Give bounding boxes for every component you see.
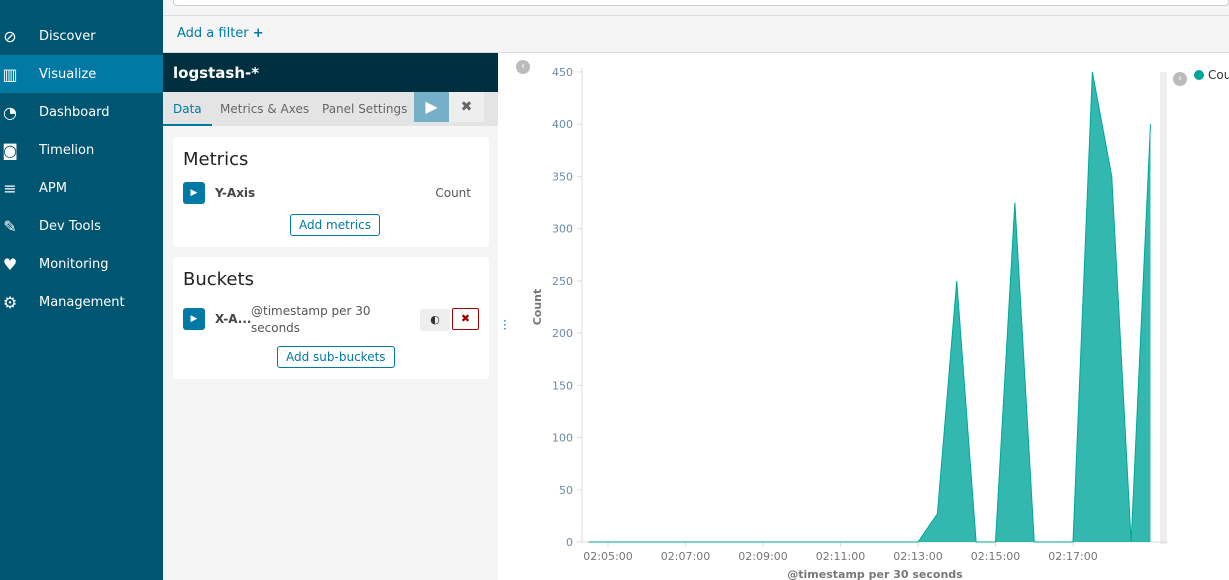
sidebar-item-timelion[interactable]: ◙ Timelion [0, 131, 163, 169]
area-line [588, 71, 1151, 543]
area-series [588, 72, 1151, 542]
sidebar-item-visualize[interactable]: ▥ Visualize [0, 55, 163, 93]
x-tick-label: 02:05:00 [583, 550, 632, 563]
collapse-editor-icon[interactable]: ‹ [516, 60, 530, 74]
x-axis-value: @timestamp per 30 seconds [251, 304, 371, 335]
sidebar-item-label: Timelion [39, 142, 95, 158]
sidebar-item-label: Visualize [39, 66, 97, 82]
editor-tabs: Data Metrics & Axes Panel Settings ▶ ✖ [163, 92, 498, 126]
y-tick-label: 450 [552, 66, 573, 79]
x-axis-title: @timestamp per 30 seconds [787, 568, 963, 580]
sidebar-item-management[interactable]: ⚙ Management [0, 283, 163, 321]
editor-panel: logstash-* Data Metrics & Axes Panel Set… [163, 53, 498, 580]
add-metrics-button[interactable]: Add metrics [290, 214, 380, 236]
legend-swatch [1194, 70, 1204, 80]
x-tick-label: 02:15:00 [971, 550, 1020, 563]
sidebar-item-label: Dashboard [39, 104, 110, 120]
legend-item[interactable]: Cou [1208, 68, 1229, 82]
x-tick-label: 02:11:00 [816, 550, 865, 563]
y-tick-label: 100 [552, 432, 573, 445]
apply-changes-button[interactable]: ▶ [414, 92, 449, 122]
legend-divider [1160, 72, 1167, 544]
query-bar [163, 0, 1229, 15]
y-axis-label: Y-Axis [215, 186, 256, 200]
sidebar-item-label: Management [39, 294, 125, 310]
search-input[interactable] [173, 0, 1229, 6]
dashboard-icon: ◔ [3, 102, 17, 122]
apm-icon: ≡ [3, 178, 17, 198]
y-tick-label: 0 [566, 536, 573, 549]
tab-panel-settings[interactable]: Panel Settings [322, 92, 407, 126]
add-filter-label: Add a filter [177, 26, 249, 41]
sidebar-item-label: APM [39, 180, 67, 196]
y-tick-label: 350 [552, 170, 573, 183]
x-tick-label: 02:17:00 [1048, 550, 1097, 563]
x-tick-label: 02:07:00 [661, 550, 710, 563]
buckets-section: Buckets ▶ X-A... @timestamp per 30 secon… [173, 257, 489, 379]
add-sub-buckets-button[interactable]: Add sub-buckets [277, 346, 395, 368]
metrics-title: Metrics [183, 149, 249, 170]
sidebar-item-label: Discover [39, 28, 96, 44]
bar-chart-icon: ▥ [2, 64, 18, 84]
sidebar-item-dev-tools[interactable]: ✎ Dev Tools [0, 207, 163, 245]
y-axis-title: Count [531, 289, 544, 326]
legend: Cou [1172, 68, 1229, 82]
y-tick-label: 400 [552, 118, 573, 131]
y-tick-label: 50 [559, 484, 573, 497]
sidebar: ⊘ Discover ▥ Visualize ◔ Dashboard ◙ Timelion ≡ A… [0, 0, 163, 580]
expand-y-axis-button[interactable]: ▶ [183, 182, 205, 204]
wrench-icon: ✎ [3, 216, 17, 236]
tab-data[interactable]: Data [163, 92, 212, 126]
sidebar-item-discover[interactable]: ⊘ Discover [0, 17, 163, 55]
gear-icon: ⚙ [2, 292, 18, 312]
sidebar-item-monitoring[interactable]: ♥ Monitoring [0, 245, 163, 283]
sidebar-item-dashboard[interactable]: ◔ Dashboard [0, 93, 163, 131]
x-axis-label: X-A... [215, 312, 252, 326]
y-axis-value: Count [435, 186, 471, 200]
heartbeat-icon: ♥ [2, 254, 18, 274]
resize-handle[interactable]: · · · [498, 53, 513, 580]
remove-bucket-button[interactable]: ✖ [452, 308, 479, 330]
sidebar-item-apm[interactable]: ≡ APM [0, 169, 163, 207]
expand-x-axis-button[interactable]: ▶ [183, 308, 205, 330]
sidebar-item-label: Dev Tools [39, 218, 101, 234]
toggle-icon[interactable]: ◐ [420, 309, 450, 331]
tab-metrics-axes[interactable]: Metrics & Axes [220, 92, 309, 126]
x-tick-label: 02:09:00 [738, 550, 787, 563]
add-filter-link[interactable]: Add a filter + [177, 26, 264, 41]
y-tick-label: 200 [552, 327, 573, 340]
index-pattern-title: logstash-* [163, 53, 498, 92]
timelion-icon: ◙ [2, 140, 18, 160]
discard-changes-button[interactable]: ✖ [449, 92, 484, 122]
x-tick-label: 02:13:00 [893, 550, 942, 563]
metrics-section: Metrics ▶ Y-Axis Count Add metrics [173, 137, 489, 247]
compass-icon: ⊘ [3, 26, 17, 46]
y-tick-label: 250 [552, 275, 573, 288]
plus-icon: + [252, 26, 264, 41]
filter-bar: Add a filter + [163, 15, 1229, 53]
buckets-title: Buckets [183, 269, 254, 290]
y-tick-label: 150 [552, 379, 573, 392]
y-tick-label: 300 [552, 223, 573, 236]
sidebar-item-label: Monitoring [39, 256, 109, 272]
